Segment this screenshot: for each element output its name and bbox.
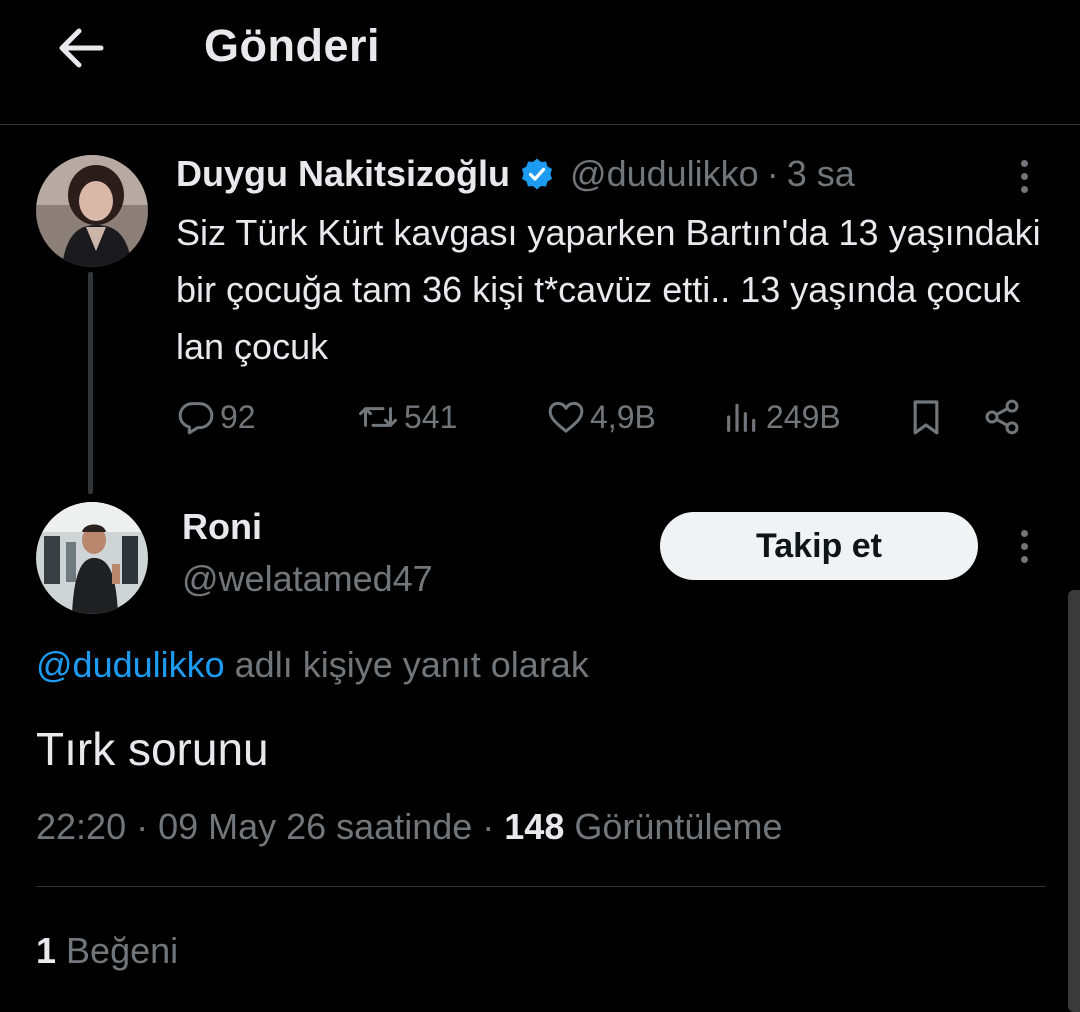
back-button[interactable] [50, 20, 110, 76]
repost-button[interactable]: 541 [356, 390, 457, 444]
views-label: Görüntüleme [564, 806, 783, 847]
divider [36, 886, 1046, 887]
follow-button[interactable]: Takip et [660, 512, 978, 580]
post-timestamp[interactable]: 22:20 · 09 May 26 saatinde · [36, 806, 504, 847]
post-time[interactable]: 3 sa [787, 153, 855, 195]
author-handle[interactable]: @dudulikko [570, 153, 759, 195]
like-count: 4,9B [590, 398, 656, 435]
post-actions: 92 541 4,9B 249B [176, 390, 1036, 444]
arrow-left-icon [59, 28, 104, 68]
repost-count: 541 [404, 398, 458, 435]
views-number: 148 [504, 806, 565, 847]
share-button[interactable] [982, 390, 1022, 444]
reply-button[interactable]: 92 [176, 390, 256, 444]
share-icon [985, 399, 1019, 435]
top-bar: Gönderi [0, 0, 1080, 125]
bookmark-icon [913, 400, 939, 435]
heart-icon [548, 401, 584, 433]
likes-summary[interactable]: 1 Beğeni [36, 930, 178, 972]
avatar[interactable] [36, 502, 148, 614]
likes-number: 1 [36, 930, 57, 971]
avatar[interactable] [36, 155, 148, 267]
post-metadata: 22:20 · 09 May 26 saatinde · 148 Görüntü… [36, 806, 782, 848]
reply-count: 92 [220, 398, 256, 435]
like-button[interactable]: 4,9B [546, 390, 656, 444]
post-text: Siz Türk Kürt kavgası yaparken Bartın'da… [176, 212, 1041, 367]
reply-author-name[interactable]: Roni [182, 506, 262, 548]
repost-icon [359, 407, 397, 427]
more-options-icon[interactable] [1014, 524, 1034, 568]
mention-link[interactable]: @dudulikko [36, 644, 225, 685]
separator-dot: · [766, 153, 779, 194]
views-chart-icon [727, 403, 756, 432]
reply-context: @dudulikko adlı kişiye yanıt olarak [36, 644, 589, 686]
views-button[interactable]: 249B [722, 390, 841, 444]
likes-label: Beğeni [56, 930, 179, 971]
post-header: Duygu Nakitsizoğlu @dudulikko · 3 sa [176, 150, 855, 198]
reply-text: Tırk sorunu [36, 723, 269, 775]
page-title: Gönderi [204, 20, 381, 71]
reply-context-label: adlı kişiye yanıt olarak [224, 644, 589, 685]
reply-icon [178, 402, 214, 435]
bookmark-button[interactable] [906, 390, 946, 444]
verified-badge-icon[interactable] [520, 157, 554, 191]
scrollbar[interactable] [1068, 590, 1080, 1012]
author-name[interactable]: Duygu Nakitsizoğlu [176, 153, 510, 195]
reply-author-handle[interactable]: @welatamed47 [182, 558, 433, 600]
views-count: 249B [766, 398, 841, 435]
more-options-icon[interactable] [1014, 154, 1034, 198]
thread-line [88, 272, 93, 494]
